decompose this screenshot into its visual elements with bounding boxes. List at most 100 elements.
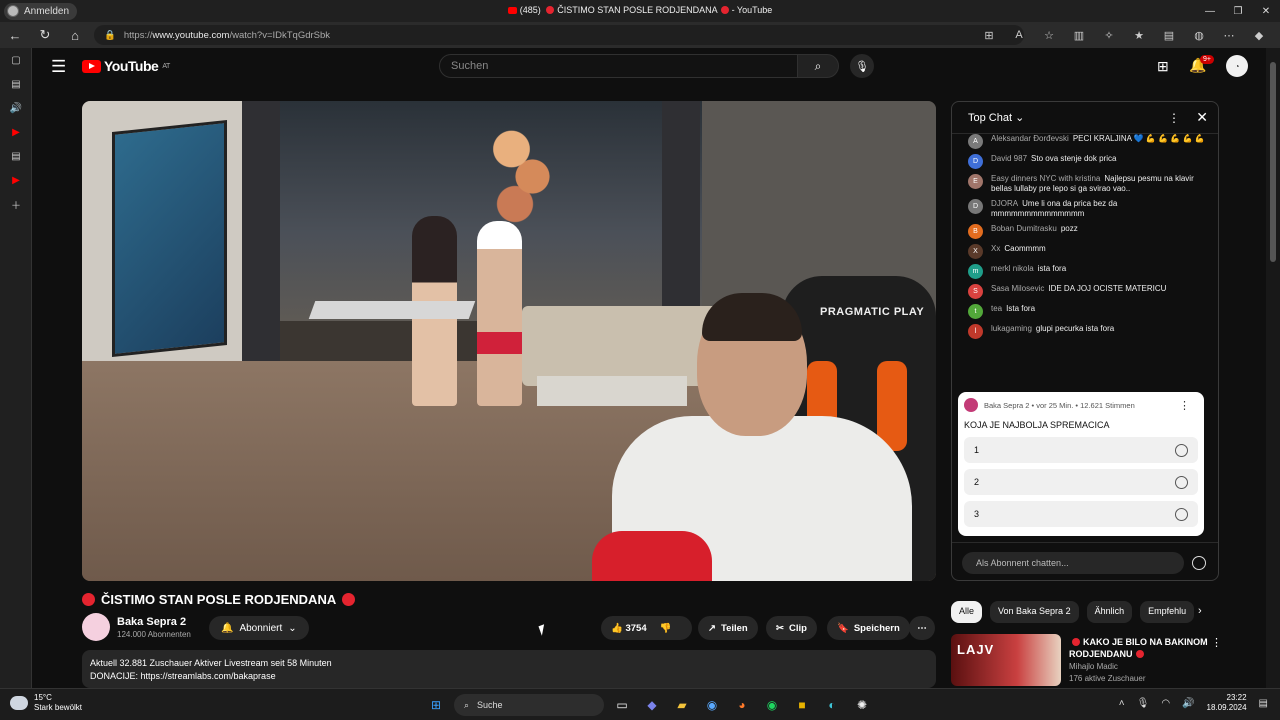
chat-author-name[interactable]: Xx (991, 244, 1000, 253)
volume-icon[interactable]: 🔊 (1182, 698, 1194, 709)
recommended-thumbnail[interactable]: LAJV (951, 634, 1061, 686)
chevron-right-icon[interactable]: › (1198, 605, 1202, 617)
favorite-star-icon[interactable]: ☆ (1034, 29, 1064, 42)
save-button[interactable]: 🔖 Speichern (827, 616, 910, 640)
read-aloud-icon[interactable]: A (1004, 29, 1034, 41)
menu-icon[interactable]: ☰ (51, 57, 66, 77)
recommended-video[interactable]: LAJV KAKO JE BILO NA BAKINOM RODJENDANU … (951, 634, 1251, 688)
recommended-title[interactable]: KAKO JE BILO NA BAKINOM RODJENDANU (1069, 636, 1209, 660)
chat-author-name[interactable]: David 987 (991, 154, 1027, 163)
home-icon[interactable]: ⌂ (60, 22, 90, 48)
share-button[interactable]: ↗ Teilen (698, 616, 758, 640)
channel-avatar[interactable] (82, 613, 110, 641)
app-icon[interactable]: ◉ (700, 693, 724, 717)
firefox-icon[interactable]: ◕ (730, 693, 754, 717)
weather-widget[interactable]: 15°C Stark bewölkt (10, 693, 82, 713)
new-tab-icon[interactable]: ＋ (0, 192, 32, 216)
chat-author-avatar[interactable]: t (968, 304, 983, 319)
like-button[interactable]: 👍 3754 (611, 623, 647, 634)
video-player[interactable]: PRAGMATIC PLAY (82, 101, 936, 581)
clock[interactable]: 23:22 18.09.2024 (1207, 693, 1247, 713)
chat-input[interactable]: Als Abonnent chatten... (962, 551, 1184, 574)
windows-start-icon[interactable]: ⊞ (424, 693, 448, 717)
copilot-icon[interactable]: ◆ (1244, 29, 1274, 42)
spotify-icon[interactable]: ◉ (760, 693, 784, 717)
file-explorer-icon[interactable]: ▰ (670, 693, 694, 717)
youtube-tab-icon[interactable]: ▶ (0, 168, 32, 192)
search-button[interactable]: ⌕ (797, 54, 839, 78)
back-icon[interactable]: ← (0, 22, 30, 48)
more-browser-icon[interactable]: ⋯ (1214, 29, 1244, 42)
audio-tab-icon[interactable]: 🔊 (0, 96, 32, 120)
edge-icon[interactable]: ◐ (820, 693, 844, 717)
more-actions-button[interactable]: ⋯ (909, 616, 935, 640)
wifi-icon[interactable]: ◠ (1161, 698, 1170, 709)
chip-recommended[interactable]: Empfehlu (1140, 601, 1195, 623)
chat-author-avatar[interactable]: D (968, 154, 983, 169)
close-window-icon[interactable]: ✕ (1252, 0, 1280, 22)
chat-author-avatar[interactable]: A (968, 134, 983, 149)
refresh-icon[interactable]: ↻ (30, 22, 60, 48)
clip-button[interactable]: ✂ Clip (766, 616, 817, 640)
account-avatar[interactable]: ◔ (1226, 55, 1248, 77)
tab-icon[interactable]: ▤ (0, 72, 32, 96)
chat-author-name[interactable]: merkl nikola (991, 264, 1034, 273)
chat-author-name[interactable]: tea (991, 304, 1002, 313)
more-vertical-icon[interactable]: ⋮ (1211, 636, 1222, 649)
create-icon[interactable]: ⊞ (1157, 58, 1169, 75)
chat-author-name[interactable]: Sasa Milosevic (991, 284, 1044, 293)
restore-icon[interactable]: ❐ (1224, 0, 1252, 22)
chat-author-avatar[interactable]: X (968, 244, 983, 259)
emoji-icon[interactable] (1192, 555, 1206, 570)
poll-more-icon[interactable]: ⋮ (1179, 399, 1190, 412)
favorites-icon[interactable]: ★ (1124, 29, 1154, 42)
chat-author-avatar[interactable]: B (968, 224, 983, 239)
subscribed-button[interactable]: 🔔 Abonniert ⌄ (209, 616, 309, 640)
chat-author-name[interactable]: DJORA (991, 199, 1018, 208)
poll-option[interactable]: 1 (964, 437, 1198, 463)
chat-author-avatar[interactable]: l (968, 324, 983, 339)
chat-author-name[interactable]: Boban Dumitrasku (991, 224, 1057, 233)
chat-author-name[interactable]: lukagaming (991, 324, 1032, 333)
profile-button[interactable]: Anmelden (4, 2, 78, 20)
taskbar-search[interactable]: ⌕ Suche (454, 694, 604, 716)
chip-similar[interactable]: Ähnlich (1086, 601, 1133, 623)
url-field[interactable]: 🔒 https://www.youtube.com/watch?v=IDkTqG… (94, 25, 1024, 45)
chat-author-avatar[interactable]: E (968, 174, 983, 189)
dislike-button[interactable]: 👎 (660, 623, 672, 634)
search-input[interactable]: Suchen (439, 54, 798, 78)
chip-channel[interactable]: Von Baka Sepra 2 (990, 601, 1079, 623)
poll-option[interactable]: 2 (964, 469, 1198, 495)
chip-all[interactable]: Alle (951, 601, 983, 623)
chat-author-avatar[interactable]: S (968, 284, 983, 299)
chat-author-name[interactable]: Easy dinners NYC with kristina (991, 174, 1100, 183)
chat-more-icon[interactable]: ⋮ (1168, 111, 1180, 125)
voice-search-button[interactable]: 🎙 (850, 54, 874, 78)
collections-icon[interactable]: ▤ (1154, 29, 1184, 42)
chat-author-avatar[interactable]: m (968, 264, 983, 279)
chatgpt-icon[interactable]: ✺ (850, 693, 874, 717)
poll-option[interactable]: 3 (964, 501, 1198, 527)
description-box[interactable]: Aktuell 32.881 Zuschauer Aktiver Livestr… (82, 650, 936, 688)
tab-actions-icon[interactable]: ▢ (0, 48, 32, 72)
channel-name[interactable]: Baka Sepra 2 (117, 616, 186, 628)
tab-icon[interactable]: ▤ (0, 144, 32, 168)
vpn-icon[interactable]: ◍ (1184, 29, 1214, 42)
microphone-icon[interactable]: 🎙 (1137, 698, 1150, 709)
app-icon[interactable]: ■ (790, 693, 814, 717)
youtube-tab-icon[interactable]: ▶ (0, 120, 32, 144)
minimize-icon[interactable]: — (1196, 0, 1224, 22)
notification-center-icon[interactable]: ▤ (1259, 698, 1268, 709)
task-view-icon[interactable]: ▭ (610, 693, 634, 717)
youtube-logo[interactable]: YouTube AT (82, 58, 170, 74)
close-chat-icon[interactable]: ✕ (1196, 109, 1208, 126)
split-screen-icon[interactable]: ▥ (1064, 29, 1094, 42)
chat-mode-dropdown[interactable]: Top Chat ⌄ (968, 111, 1024, 124)
recommended-channel[interactable]: Mihajlo Madic (1069, 662, 1118, 671)
chevron-up-icon[interactable]: ˄ (1119, 698, 1125, 709)
chat-author-avatar[interactable]: D (968, 199, 983, 214)
extensions-icon[interactable]: ✧ (1094, 29, 1124, 42)
chat-author-name[interactable]: Aleksandar Đorđevski (991, 134, 1069, 143)
teams-icon[interactable]: ◆ (640, 693, 664, 717)
page-scrollbar[interactable] (1266, 48, 1280, 688)
